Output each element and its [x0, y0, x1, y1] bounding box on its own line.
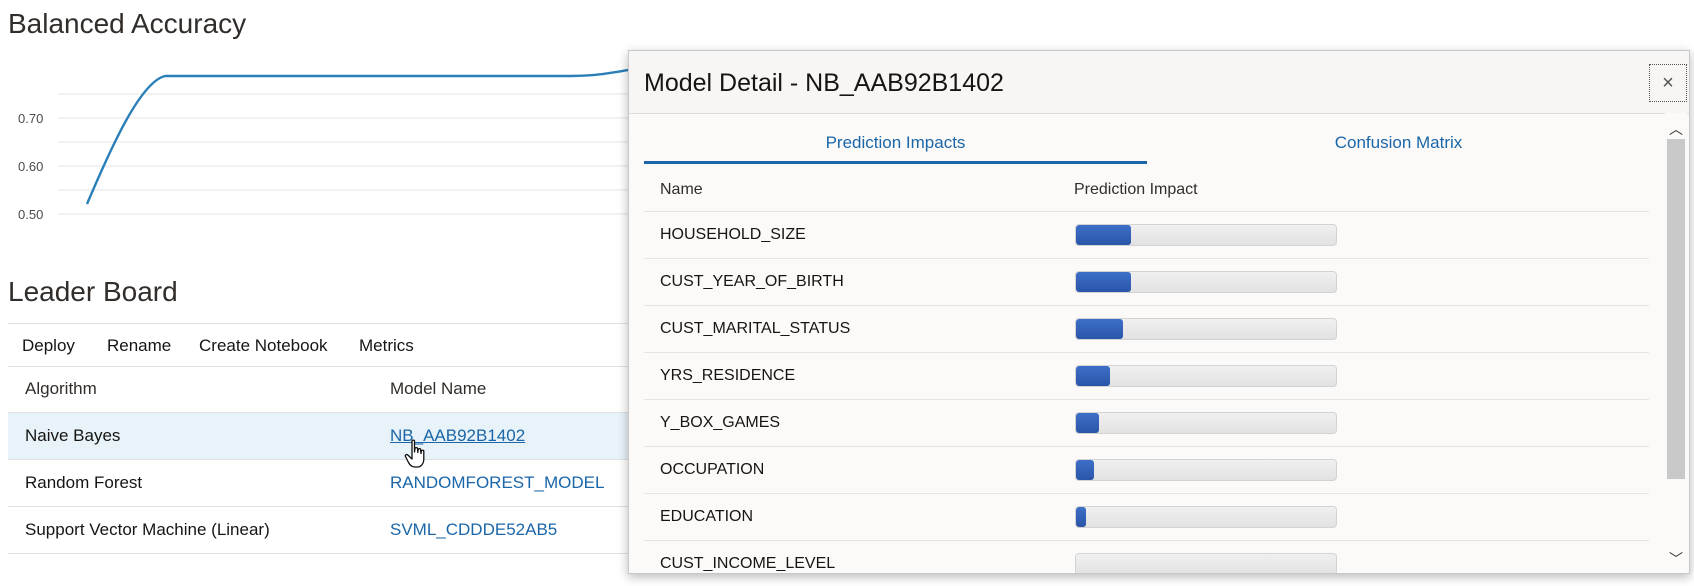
leader-board-toolbar: Deploy Rename Create Notebook Metrics	[8, 323, 628, 367]
impact-bar-track	[1075, 412, 1337, 434]
column-header-algorithm[interactable]: Algorithm	[25, 379, 97, 399]
tab-prediction-impacts[interactable]: Prediction Impacts	[644, 128, 1147, 164]
list-item: Y_BOX_GAMES	[644, 400, 1649, 447]
impact-bar-fill	[1076, 319, 1123, 339]
impact-bar-track	[1075, 459, 1337, 481]
scroll-down-icon[interactable]: ﹀	[1669, 549, 1683, 569]
dialog-header: Model Detail - NB_AAB92B1402 ×	[629, 51, 1689, 114]
impact-bar-track	[1075, 506, 1337, 528]
model-name-link[interactable]: SVML_CDDDE52AB5	[390, 520, 557, 540]
impact-bar-track	[1075, 224, 1337, 246]
impact-rows: HOUSEHOLD_SIZE CUST_YEAR_OF_BIRTH CUST_MAR…	[644, 212, 1649, 573]
attribute-name: OCCUPATION	[660, 461, 765, 478]
list-item: YRS_RESIDENCE	[644, 353, 1649, 400]
scrollbar-thumb[interactable]	[1667, 139, 1685, 479]
impact-bar-track	[1075, 271, 1337, 293]
balanced-accuracy-chart: 0.70 0.60 0.50	[18, 66, 640, 222]
y-tick-070: 0.70	[18, 111, 43, 126]
impact-bar-track	[1075, 365, 1337, 387]
metrics-button[interactable]: Metrics	[359, 336, 414, 356]
attribute-name: Y_BOX_GAMES	[660, 414, 781, 431]
list-item: CUST_INCOME_LEVEL	[644, 541, 1649, 573]
attribute-name: CUST_INCOME_LEVEL	[660, 555, 836, 572]
list-item: OCCUPATION	[644, 447, 1649, 494]
attribute-name: HOUSEHOLD_SIZE	[660, 226, 806, 243]
algorithm-cell: Random Forest	[25, 473, 143, 492]
impact-table-header: Name Prediction Impact	[644, 171, 1649, 212]
list-item: HOUSEHOLD_SIZE	[644, 212, 1649, 259]
column-header-name[interactable]: Name	[660, 181, 703, 199]
hand-pointer-cursor-icon	[404, 439, 425, 468]
create-notebook-button[interactable]: Create Notebook	[199, 336, 328, 356]
leader-board-table: Algorithm Model Name Naive Bayes NB_AAB9…	[8, 366, 628, 554]
algorithm-cell: Support Vector Machine (Linear)	[25, 520, 270, 539]
dialog-title: Model Detail - NB_AAB92B1402	[644, 69, 1004, 97]
scroll-up-icon[interactable]: ︿	[1669, 119, 1683, 139]
prediction-impacts-table: Name Prediction Impact HOUSEHOLD_SIZE CUS…	[644, 171, 1649, 573]
attribute-name: CUST_YEAR_OF_BIRTH	[660, 273, 844, 290]
deploy-button[interactable]: Deploy	[22, 336, 75, 356]
y-tick-050: 0.50	[18, 207, 43, 222]
impact-bar-fill	[1076, 272, 1131, 292]
rename-button[interactable]: Rename	[107, 336, 171, 356]
impact-bar-track	[1075, 553, 1337, 573]
column-header-prediction-impact[interactable]: Prediction Impact	[1074, 181, 1198, 199]
y-tick-060: 0.60	[18, 159, 43, 174]
table-row[interactable]: Random Forest RANDOMFOREST_MODEL	[8, 460, 628, 507]
attribute-name: CUST_MARITAL_STATUS	[660, 320, 851, 337]
list-item: CUST_YEAR_OF_BIRTH	[644, 259, 1649, 306]
impact-bar-fill	[1076, 366, 1110, 386]
table-row[interactable]: Naive Bayes NB_AAB92B1402	[8, 413, 628, 460]
list-item: CUST_MARITAL_STATUS	[644, 306, 1649, 353]
close-icon[interactable]: ×	[1649, 64, 1687, 102]
impact-bar-fill	[1076, 225, 1131, 245]
attribute-name: YRS_RESIDENCE	[660, 367, 796, 384]
impact-bar-fill	[1076, 460, 1095, 480]
table-header-row: Algorithm Model Name	[8, 366, 628, 413]
table-row[interactable]: Support Vector Machine (Linear) SVML_CDD…	[8, 507, 628, 554]
model-detail-dialog: Model Detail - NB_AAB92B1402 × Predictio…	[628, 50, 1690, 574]
model-name-link[interactable]: RANDOMFOREST_MODEL	[390, 473, 604, 493]
leader-board-title: Leader Board	[8, 276, 178, 307]
balanced-accuracy-title: Balanced Accuracy	[8, 8, 247, 39]
dialog-scrollbar[interactable]: ︿ ﹀	[1665, 113, 1687, 573]
column-header-model-name[interactable]: Model Name	[390, 379, 486, 399]
impact-bar-track	[1075, 318, 1337, 340]
attribute-name: EDUCATION	[660, 508, 754, 525]
balanced-accuracy-line	[85, 66, 640, 205]
tab-confusion-matrix[interactable]: Confusion Matrix	[1147, 128, 1650, 164]
impact-bar-fill	[1076, 413, 1100, 433]
impact-bar-fill	[1076, 507, 1087, 527]
algorithm-cell: Naive Bayes	[25, 426, 121, 445]
list-item: EDUCATION	[644, 494, 1649, 541]
dialog-tabs: Prediction Impacts Confusion Matrix	[644, 128, 1650, 164]
